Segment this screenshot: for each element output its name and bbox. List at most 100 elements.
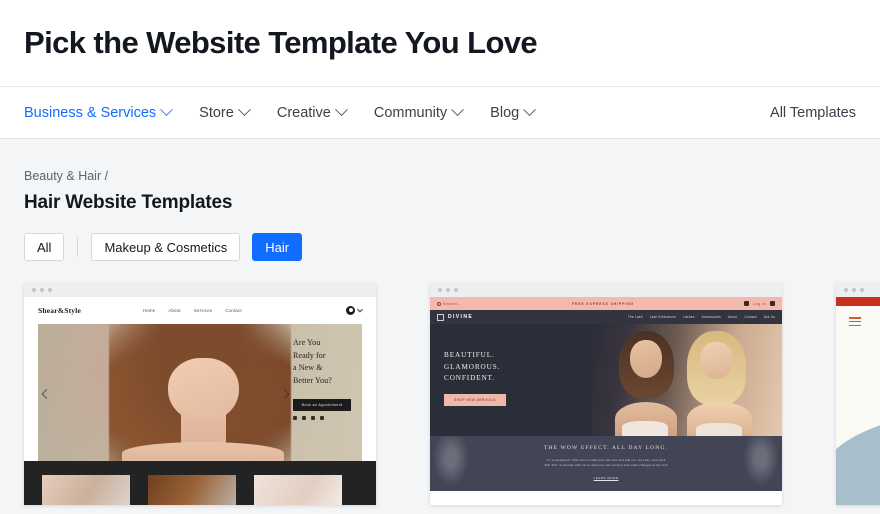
preview-hero: BEAUTIFUL. GLAMOROUS. CONFIDENT. SHOP NE…	[430, 324, 782, 436]
template-card-shear-and-style[interactable]: Shear&Style Home About Services Contact	[24, 283, 376, 505]
window-dot-icon	[860, 288, 864, 292]
preview-nav-link: Lash Extensions	[649, 315, 677, 319]
preview-nav-link: About	[168, 308, 181, 313]
preview-announcement-bar: Search... FREE EXPRESS SHIPPING Log In	[430, 297, 782, 310]
nav-item-label: Business & Services	[24, 104, 157, 121]
gallery-thumbnail	[42, 475, 130, 505]
search-icon	[437, 301, 441, 306]
hero-text-block: BEAUTIFUL. GLAMOROUS. CONFIDENT. SHOP NE…	[444, 350, 506, 406]
preview-nav-link: The Lash	[627, 315, 643, 319]
nav-item-community[interactable]: Community	[373, 103, 465, 121]
filter-chips: All Makeup & Cosmetics Hair	[24, 233, 856, 261]
hero-text-block: Are You Ready for a New & Better You? Bo…	[293, 337, 355, 420]
chevron-down-icon	[334, 103, 348, 117]
preview-nav-link: Contact	[225, 308, 242, 313]
preview-nav-link: Home	[143, 308, 156, 313]
login-label: Log In	[752, 301, 766, 306]
preview-nav-link: Accessories	[701, 315, 721, 319]
chevron-down-icon	[160, 103, 174, 117]
social-icons	[293, 416, 355, 420]
carousel-prev-icon	[41, 389, 52, 399]
preview-account	[346, 306, 363, 315]
band-learn-more-link: LEARN MORE	[593, 475, 619, 480]
chevron-down-icon	[357, 306, 363, 312]
preview-search: Search...	[437, 301, 462, 306]
template-grid: Shear&Style Home About Services Contact	[24, 283, 880, 505]
band-title: THE WOW EFFECT. ALL DAY LONG.	[543, 445, 669, 451]
browser-chrome-bar	[24, 283, 376, 297]
preview-nav: DIVINE The Lash Lash Extensions Lashes A…	[430, 310, 782, 324]
preview-feature-band: THE WOW EFFECT. ALL DAY LONG. I'm a para…	[430, 436, 782, 491]
chip-divider	[77, 237, 79, 257]
template-card-third[interactable]	[836, 283, 880, 505]
preview-nav-link: Contact	[744, 315, 757, 319]
user-icon	[743, 301, 749, 306]
nav-item-label: Creative	[276, 104, 331, 121]
preview-body	[836, 306, 880, 505]
gallery-thumbnails	[24, 461, 376, 505]
chevron-down-icon	[523, 103, 537, 117]
nav-item-blog[interactable]: Blog	[490, 103, 537, 121]
navbar-items: Business & Services Store Creative Commu…	[24, 103, 537, 121]
browser-chrome-bar	[430, 283, 782, 297]
hamburger-menu-icon	[849, 317, 861, 328]
hero-cta-button: SHOP NEW ARRIVALS	[444, 393, 506, 406]
window-dot-icon	[32, 288, 36, 292]
hero-line: Are You	[293, 338, 321, 347]
preview-nav: Shear&Style Home About Services Contact	[24, 297, 376, 324]
template-preview: Shear&Style Home About Services Contact	[24, 297, 376, 505]
browser-chrome-bar	[836, 283, 880, 297]
instagram-icon	[311, 416, 315, 420]
nav-item-label: Community	[373, 104, 448, 121]
pinterest-icon	[320, 416, 324, 420]
preview-accent-bar	[836, 297, 880, 306]
gallery-thumbnail	[254, 475, 342, 505]
window-dot-icon	[852, 288, 856, 292]
model-face	[700, 341, 733, 379]
nav-item-store[interactable]: Store	[199, 103, 251, 121]
all-templates-link[interactable]: All Templates	[770, 105, 856, 121]
preview-nav-link: About	[727, 315, 738, 319]
twitter-icon	[302, 416, 306, 420]
lash-decoration-left	[430, 436, 472, 491]
page-title: Pick the Website Template You Love	[24, 24, 538, 60]
navbar-right: All Templates	[770, 104, 856, 122]
announcement-text: FREE EXPRESS SHIPPING	[571, 301, 634, 306]
hero-line: a New &	[293, 363, 323, 372]
window-dot-icon	[844, 288, 848, 292]
lash-decoration-right	[740, 436, 782, 491]
filter-chip-all[interactable]: All	[24, 233, 65, 261]
hero-line: GLAMOROUS.	[444, 362, 501, 371]
window-dot-icon	[40, 288, 44, 292]
window-dot-icon	[446, 288, 450, 292]
hero-line: Ready for	[293, 350, 326, 360]
preview-nav-link: Services	[193, 308, 213, 313]
nav-item-label: Store	[199, 104, 234, 121]
nav-item-label: Blog	[490, 104, 520, 121]
window-dot-icon	[438, 288, 442, 292]
brand-mark-icon	[437, 313, 444, 321]
hero-line: Better You?	[293, 375, 332, 385]
window-dot-icon	[454, 288, 458, 292]
search-placeholder: Search...	[443, 301, 462, 306]
template-preview: Search... FREE EXPRESS SHIPPING Log In D…	[430, 297, 782, 505]
template-card-divine[interactable]: Search... FREE EXPRESS SHIPPING Log In D…	[430, 283, 782, 505]
chevron-down-icon	[237, 103, 251, 117]
hero-cta-button: Book an Appointment	[293, 399, 351, 411]
breadcrumb[interactable]: Beauty & Hair /	[24, 169, 856, 183]
hero-models-image	[591, 324, 782, 436]
preview-decorative-shape	[836, 389, 880, 505]
nav-item-business-services[interactable]: Business & Services	[24, 103, 174, 121]
page-header: Pick the Website Template You Love	[0, 0, 880, 86]
band-paragraph: "Edit Text" or double click me to add yo…	[543, 463, 669, 468]
filter-chip-hair[interactable]: Hair	[252, 233, 303, 261]
preview-nav-link: Lashes	[683, 315, 695, 319]
content-area: Beauty & Hair / Hair Website Templates A…	[0, 139, 880, 505]
chevron-down-icon	[451, 103, 465, 117]
preview-nav-links: The Lash Lash Extensions Lashes Accessor…	[628, 315, 775, 319]
account-icon	[346, 306, 355, 315]
nav-item-creative[interactable]: Creative	[276, 103, 348, 121]
section-title: Hair Website Templates	[24, 192, 233, 213]
filter-chip-makeup-cosmetics[interactable]: Makeup & Cosmetics	[91, 233, 241, 261]
cart-icon	[769, 301, 775, 306]
